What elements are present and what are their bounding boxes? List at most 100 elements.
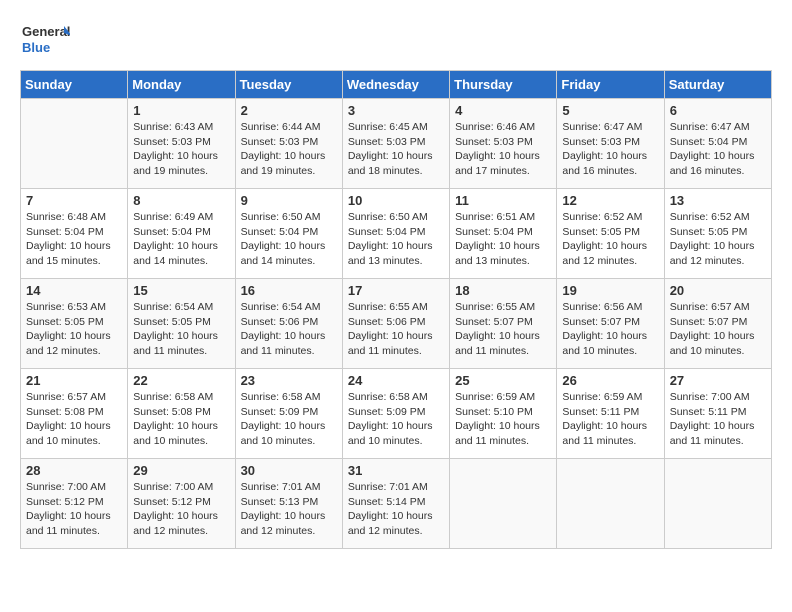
calendar-row-1: 1 Sunrise: 6:43 AMSunset: 5:03 PMDaylight… bbox=[21, 99, 772, 189]
day-info: Sunrise: 6:43 AMSunset: 5:03 PMDaylight:… bbox=[133, 120, 229, 179]
day-number: 9 bbox=[241, 193, 337, 208]
calendar-cell: 15 Sunrise: 6:54 AMSunset: 5:05 PMDayligh… bbox=[128, 279, 235, 369]
day-number: 19 bbox=[562, 283, 658, 298]
day-number: 16 bbox=[241, 283, 337, 298]
header-cell-saturday: Saturday bbox=[664, 71, 771, 99]
day-number: 30 bbox=[241, 463, 337, 478]
day-number: 24 bbox=[348, 373, 444, 388]
calendar-row-3: 14 Sunrise: 6:53 AMSunset: 5:05 PMDayligh… bbox=[21, 279, 772, 369]
calendar-cell: 28 Sunrise: 7:00 AMSunset: 5:12 PMDayligh… bbox=[21, 459, 128, 549]
day-info: Sunrise: 6:54 AMSunset: 5:05 PMDaylight:… bbox=[133, 300, 229, 359]
calendar-cell: 21Sunrise: 6:57 AMSunset: 5:08 PMDayligh… bbox=[21, 369, 128, 459]
calendar-cell: 17 Sunrise: 6:55 AMSunset: 5:06 PMDayligh… bbox=[342, 279, 449, 369]
calendar-cell: 23Sunrise: 6:58 AMSunset: 5:09 PMDayligh… bbox=[235, 369, 342, 459]
day-number: 15 bbox=[133, 283, 229, 298]
day-info: Sunrise: 6:47 AMSunset: 5:04 PMDaylight:… bbox=[670, 120, 766, 179]
day-number: 8 bbox=[133, 193, 229, 208]
day-number: 21 bbox=[26, 373, 122, 388]
calendar-cell: 11 Sunrise: 6:51 AMSunset: 5:04 PMDayligh… bbox=[450, 189, 557, 279]
calendar-cell: 27 Sunrise: 7:00 AMSunset: 5:11 PMDayligh… bbox=[664, 369, 771, 459]
day-number: 1 bbox=[133, 103, 229, 118]
calendar-cell bbox=[664, 459, 771, 549]
header-cell-friday: Friday bbox=[557, 71, 664, 99]
calendar-cell: 1 Sunrise: 6:43 AMSunset: 5:03 PMDaylight… bbox=[128, 99, 235, 189]
day-info: Sunrise: 6:56 AMSunset: 5:07 PMDaylight:… bbox=[562, 300, 658, 359]
calendar-cell: 19 Sunrise: 6:56 AMSunset: 5:07 PMDayligh… bbox=[557, 279, 664, 369]
day-number: 7 bbox=[26, 193, 122, 208]
day-info: Sunrise: 6:53 AMSunset: 5:05 PMDaylight:… bbox=[26, 300, 122, 359]
calendar-cell bbox=[21, 99, 128, 189]
calendar-header: SundayMondayTuesdayWednesdayThursdayFrid… bbox=[21, 71, 772, 99]
calendar-cell: 10 Sunrise: 6:50 AMSunset: 5:04 PMDayligh… bbox=[342, 189, 449, 279]
day-number: 14 bbox=[26, 283, 122, 298]
calendar-cell: 29 Sunrise: 7:00 AMSunset: 5:12 PMDayligh… bbox=[128, 459, 235, 549]
day-number: 10 bbox=[348, 193, 444, 208]
header-cell-sunday: Sunday bbox=[21, 71, 128, 99]
day-number: 22 bbox=[133, 373, 229, 388]
day-info: Sunrise: 6:54 AMSunset: 5:06 PMDaylight:… bbox=[241, 300, 337, 359]
calendar-row-5: 28 Sunrise: 7:00 AMSunset: 5:12 PMDayligh… bbox=[21, 459, 772, 549]
calendar-cell: 12 Sunrise: 6:52 AMSunset: 5:05 PMDayligh… bbox=[557, 189, 664, 279]
calendar-cell: 7 Sunrise: 6:48 AMSunset: 5:04 PMDaylight… bbox=[21, 189, 128, 279]
day-number: 27 bbox=[670, 373, 766, 388]
day-info: Sunrise: 6:50 AMSunset: 5:04 PMDaylight:… bbox=[348, 210, 444, 269]
day-info: Sunrise: 6:59 AMSunset: 5:11 PMDaylight:… bbox=[562, 390, 658, 449]
calendar-cell: 18 Sunrise: 6:55 AMSunset: 5:07 PMDayligh… bbox=[450, 279, 557, 369]
header-cell-wednesday: Wednesday bbox=[342, 71, 449, 99]
day-info: Sunrise: 7:00 AMSunset: 5:12 PMDaylight:… bbox=[26, 480, 122, 539]
day-number: 26 bbox=[562, 373, 658, 388]
calendar-row-4: 21Sunrise: 6:57 AMSunset: 5:08 PMDayligh… bbox=[21, 369, 772, 459]
calendar-cell: 30 Sunrise: 7:01 AMSunset: 5:13 PMDayligh… bbox=[235, 459, 342, 549]
day-info: Sunrise: 7:01 AMSunset: 5:13 PMDaylight:… bbox=[241, 480, 337, 539]
calendar-cell: 13Sunrise: 6:52 AMSunset: 5:05 PMDayligh… bbox=[664, 189, 771, 279]
calendar-cell: 2 Sunrise: 6:44 AMSunset: 5:03 PMDaylight… bbox=[235, 99, 342, 189]
logo-svg: General Blue bbox=[20, 20, 70, 60]
day-info: Sunrise: 6:48 AMSunset: 5:04 PMDaylight:… bbox=[26, 210, 122, 269]
day-info: Sunrise: 6:58 AMSunset: 5:09 PMDaylight:… bbox=[241, 390, 337, 449]
day-info: Sunrise: 6:45 AMSunset: 5:03 PMDaylight:… bbox=[348, 120, 444, 179]
day-info: Sunrise: 6:52 AMSunset: 5:05 PMDaylight:… bbox=[670, 210, 766, 269]
day-info: Sunrise: 6:57 AMSunset: 5:07 PMDaylight:… bbox=[670, 300, 766, 359]
svg-text:General: General bbox=[22, 24, 70, 39]
calendar-cell: 22 Sunrise: 6:58 AMSunset: 5:08 PMDayligh… bbox=[128, 369, 235, 459]
day-number: 2 bbox=[241, 103, 337, 118]
day-info: Sunrise: 6:58 AMSunset: 5:08 PMDaylight:… bbox=[133, 390, 229, 449]
day-info: Sunrise: 6:55 AMSunset: 5:06 PMDaylight:… bbox=[348, 300, 444, 359]
day-number: 6 bbox=[670, 103, 766, 118]
day-number: 29 bbox=[133, 463, 229, 478]
day-info: Sunrise: 7:00 AMSunset: 5:11 PMDaylight:… bbox=[670, 390, 766, 449]
day-number: 12 bbox=[562, 193, 658, 208]
calendar-cell: 3 Sunrise: 6:45 AMSunset: 5:03 PMDaylight… bbox=[342, 99, 449, 189]
day-info: Sunrise: 6:59 AMSunset: 5:10 PMDaylight:… bbox=[455, 390, 551, 449]
header-cell-thursday: Thursday bbox=[450, 71, 557, 99]
day-number: 5 bbox=[562, 103, 658, 118]
day-info: Sunrise: 7:01 AMSunset: 5:14 PMDaylight:… bbox=[348, 480, 444, 539]
day-info: Sunrise: 6:55 AMSunset: 5:07 PMDaylight:… bbox=[455, 300, 551, 359]
day-number: 17 bbox=[348, 283, 444, 298]
day-number: 31 bbox=[348, 463, 444, 478]
day-info: Sunrise: 6:51 AMSunset: 5:04 PMDaylight:… bbox=[455, 210, 551, 269]
day-info: Sunrise: 6:52 AMSunset: 5:05 PMDaylight:… bbox=[562, 210, 658, 269]
day-number: 18 bbox=[455, 283, 551, 298]
day-number: 3 bbox=[348, 103, 444, 118]
calendar-cell: 6 Sunrise: 6:47 AMSunset: 5:04 PMDaylight… bbox=[664, 99, 771, 189]
day-info: Sunrise: 6:44 AMSunset: 5:03 PMDaylight:… bbox=[241, 120, 337, 179]
day-number: 4 bbox=[455, 103, 551, 118]
day-info: Sunrise: 7:00 AMSunset: 5:12 PMDaylight:… bbox=[133, 480, 229, 539]
day-number: 28 bbox=[26, 463, 122, 478]
page-header: General Blue bbox=[20, 20, 772, 60]
calendar-cell: 4 Sunrise: 6:46 AMSunset: 5:03 PMDaylight… bbox=[450, 99, 557, 189]
svg-text:Blue: Blue bbox=[22, 40, 50, 55]
day-info: Sunrise: 6:46 AMSunset: 5:03 PMDaylight:… bbox=[455, 120, 551, 179]
calendar-row-2: 7 Sunrise: 6:48 AMSunset: 5:04 PMDaylight… bbox=[21, 189, 772, 279]
day-number: 11 bbox=[455, 193, 551, 208]
day-info: Sunrise: 6:50 AMSunset: 5:04 PMDaylight:… bbox=[241, 210, 337, 269]
calendar-table: SundayMondayTuesdayWednesdayThursdayFrid… bbox=[20, 70, 772, 549]
calendar-cell: 5Sunrise: 6:47 AMSunset: 5:03 PMDaylight… bbox=[557, 99, 664, 189]
calendar-cell: 24Sunrise: 6:58 AMSunset: 5:09 PMDayligh… bbox=[342, 369, 449, 459]
header-row: SundayMondayTuesdayWednesdayThursdayFrid… bbox=[21, 71, 772, 99]
calendar-cell: 25Sunrise: 6:59 AMSunset: 5:10 PMDayligh… bbox=[450, 369, 557, 459]
day-info: Sunrise: 6:49 AMSunset: 5:04 PMDaylight:… bbox=[133, 210, 229, 269]
calendar-body: 1 Sunrise: 6:43 AMSunset: 5:03 PMDaylight… bbox=[21, 99, 772, 549]
logo: General Blue bbox=[20, 20, 70, 60]
